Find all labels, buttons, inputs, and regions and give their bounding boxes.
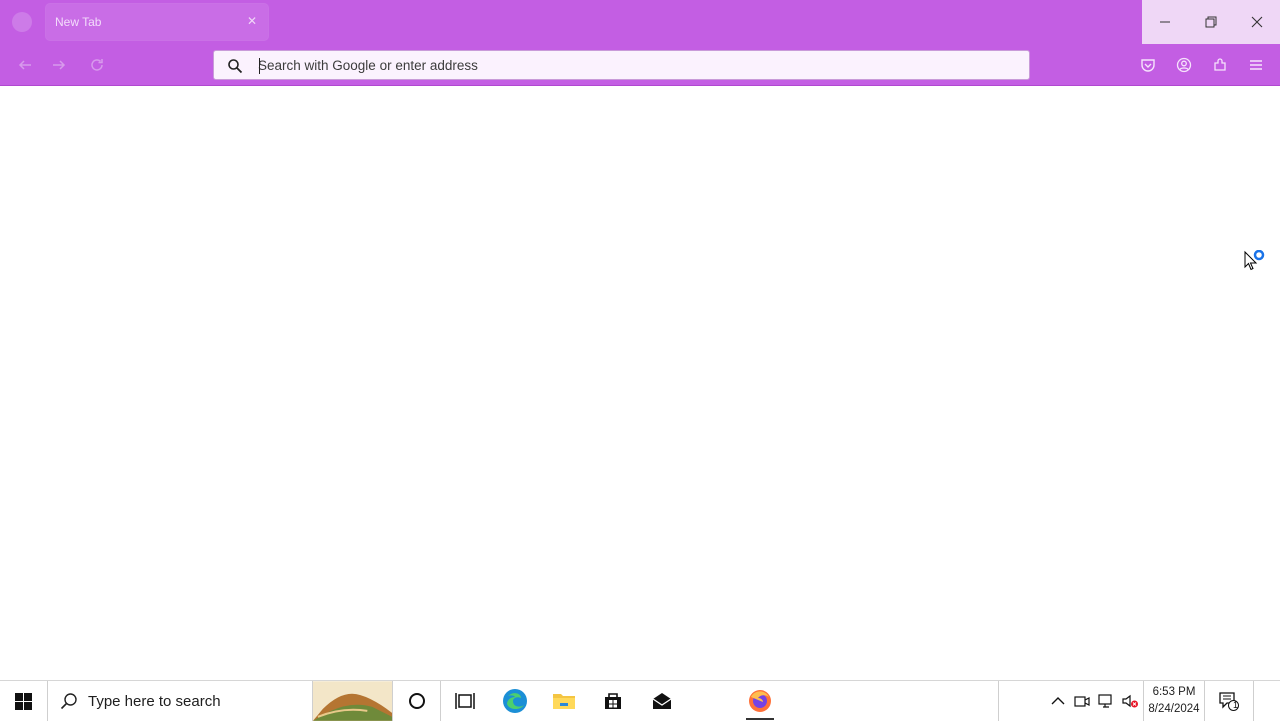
forward-icon — [53, 60, 66, 70]
show-hidden-icons-button[interactable] — [1046, 681, 1070, 721]
taskbar-app-mail[interactable] — [638, 681, 686, 721]
taskbar-app-file-explorer[interactable] — [540, 681, 588, 721]
pocket-button[interactable] — [1138, 55, 1158, 75]
clock-time: 6:53 PM — [1152, 686, 1196, 698]
file-explorer-icon — [553, 694, 575, 709]
busy-cursor-icon — [1244, 250, 1265, 271]
tray-empty-area — [998, 681, 1046, 721]
action-center-button[interactable]: 1 — [1205, 681, 1253, 721]
task-view-button[interactable] — [441, 681, 489, 721]
volume-muted-icon — [1122, 694, 1138, 708]
firefox-icon — [749, 690, 771, 712]
account-icon — [1176, 57, 1192, 73]
reload-icon — [91, 59, 103, 71]
tray-meet-now[interactable] — [1070, 681, 1094, 721]
minimize-button[interactable] — [1142, 0, 1188, 44]
search-icon — [60, 693, 77, 710]
close-button[interactable] — [1234, 0, 1280, 44]
store-icon — [605, 693, 621, 709]
tray-volume[interactable] — [1118, 681, 1142, 721]
forward-button[interactable] — [47, 53, 71, 77]
taskbar-search-placeholder: Type here to search — [88, 692, 221, 710]
pocket-icon — [1141, 59, 1155, 72]
tray-network[interactable] — [1094, 681, 1118, 721]
search-icon — [228, 59, 243, 74]
windows-logo-icon — [15, 692, 32, 710]
tab-close-icon[interactable]: ✕ — [244, 13, 260, 29]
account-button[interactable] — [1174, 55, 1194, 75]
extensions-button[interactable] — [1210, 55, 1230, 75]
task-view-icon — [455, 693, 475, 709]
clock-date: 8/24/2024 — [1148, 703, 1200, 715]
menu-icon — [1250, 60, 1262, 70]
landscape-icon — [313, 681, 392, 721]
mail-icon — [652, 693, 672, 709]
back-button[interactable] — [13, 53, 37, 77]
show-desktop-button[interactable] — [1253, 681, 1280, 721]
taskbar-search-box[interactable]: Type here to search — [48, 681, 313, 721]
search-highlight-image[interactable] — [313, 681, 393, 721]
reload-button[interactable] — [85, 53, 109, 77]
navigation-toolbar — [0, 44, 1280, 86]
title-bar: New Tab ✕ — [0, 0, 1280, 44]
menu-button[interactable] — [1246, 55, 1266, 75]
firefox-view-icon[interactable] — [12, 12, 32, 32]
taskbar: Type here to search 6:53 PM 8/24/2024 1 — [0, 680, 1280, 721]
back-icon — [18, 60, 31, 70]
extensions-icon — [1214, 58, 1226, 71]
cortana-button[interactable] — [393, 681, 441, 721]
edge-icon — [503, 689, 527, 713]
taskbar-app-edge[interactable] — [491, 681, 539, 721]
taskbar-clock[interactable]: 6:53 PM 8/24/2024 — [1143, 681, 1205, 721]
chevron-up-icon — [1051, 697, 1065, 705]
url-input[interactable] — [258, 51, 998, 79]
tab-new-tab[interactable]: New Tab ✕ — [46, 4, 268, 40]
window-controls — [1142, 0, 1280, 44]
meet-now-icon — [1074, 696, 1090, 707]
tab-title: New Tab — [55, 15, 102, 29]
text-caret — [259, 58, 260, 74]
cortana-icon — [408, 693, 425, 709]
url-bar[interactable] — [213, 50, 1030, 80]
network-icon — [1098, 694, 1112, 708]
restore-button[interactable] — [1188, 0, 1234, 44]
taskbar-app-firefox[interactable] — [736, 681, 784, 721]
notification-count: 1 — [1233, 700, 1239, 710]
page-content — [0, 86, 1280, 680]
start-button[interactable] — [0, 681, 48, 721]
taskbar-app-store[interactable] — [589, 681, 637, 721]
